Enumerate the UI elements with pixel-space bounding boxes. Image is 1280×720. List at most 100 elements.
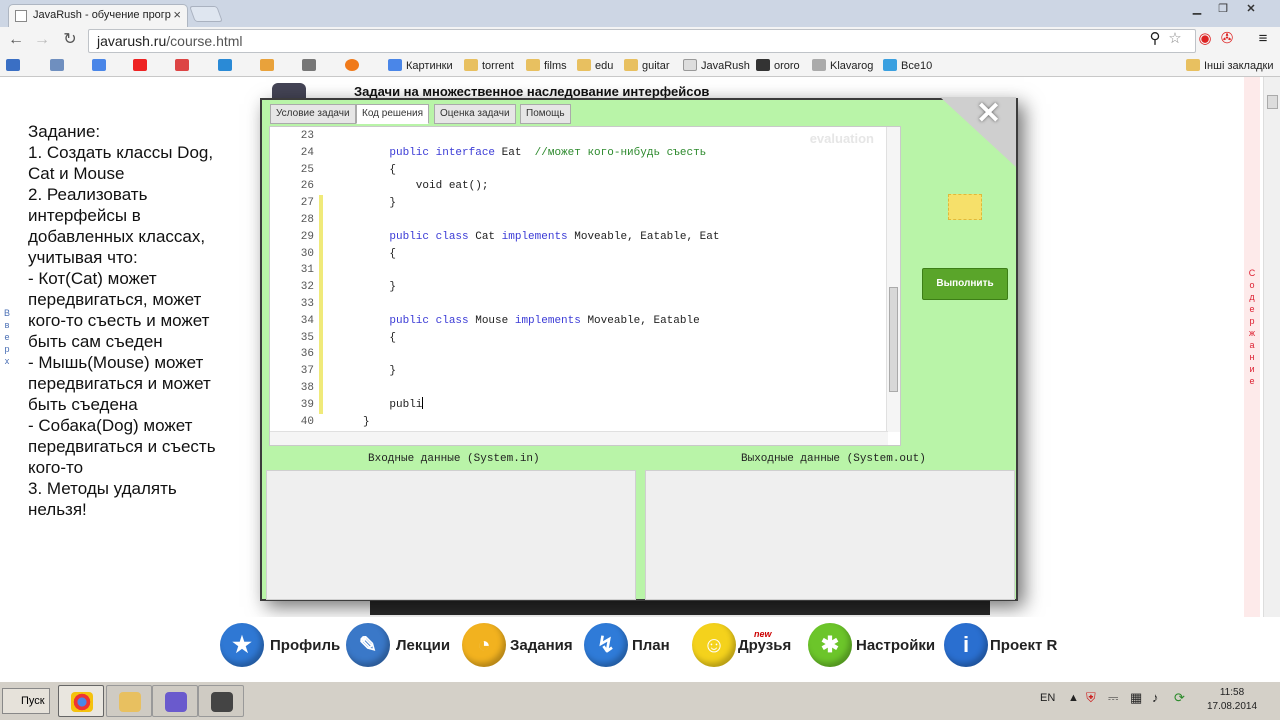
bookmark-guitar[interactable]: guitar (624, 58, 670, 74)
pacman-icon: ◔ (462, 623, 506, 667)
taskbar-intellij[interactable] (152, 685, 198, 717)
window-close-icon[interactable]: ✕ (1240, 2, 1262, 15)
page-scrollbar[interactable] (1263, 77, 1280, 617)
bookmark-klavarog[interactable]: Klavarog (812, 58, 873, 74)
code-text: publi (363, 398, 423, 411)
language-indicator[interactable]: EN (1040, 692, 1055, 704)
bookmark-gmail-icon[interactable] (175, 59, 189, 71)
code-line: 39 publi (270, 396, 890, 414)
intellij-icon (165, 692, 187, 712)
address-bar[interactable]: javarush.ru/course.html (88, 29, 1196, 53)
folder-icon (1186, 59, 1200, 71)
folder-icon (624, 59, 638, 71)
code-line: 28 (270, 212, 890, 229)
bookmark-star-icon[interactable]: ☆ (1166, 30, 1184, 48)
start-button[interactable]: Пуск (2, 688, 50, 714)
tray-network-icon[interactable]: ▦ (1130, 690, 1142, 706)
bookmark-javarush[interactable]: JavaRush (683, 58, 750, 74)
scrollbar-thumb[interactable] (1267, 95, 1278, 109)
change-marker (319, 128, 323, 145)
line-number: 32 (300, 281, 314, 294)
editor-horizontal-scrollbar[interactable] (270, 431, 888, 445)
maximize-icon[interactable]: ❐ (1212, 2, 1234, 15)
tray-volume-icon[interactable]: ♪ (1152, 690, 1159, 705)
code-line: 25 { (270, 162, 890, 179)
tab-task-condition[interactable]: Условие задачи (270, 104, 356, 124)
bookmark-google-icon[interactable] (92, 59, 106, 71)
run-button[interactable]: Выполнить (922, 268, 1008, 300)
bookmark-wr-icon[interactable] (260, 59, 274, 71)
change-marker (319, 380, 323, 397)
tab-solution-code[interactable]: Код решения (356, 104, 430, 124)
tab-help[interactable]: Помощь (520, 104, 571, 124)
bookmark-kartinki[interactable]: Картинки (388, 58, 453, 74)
code-line: 30 { (270, 245, 890, 263)
bookmark-edu[interactable]: edu (577, 58, 613, 74)
tray-arrow-icon[interactable]: ▲ (1068, 692, 1079, 704)
bookmark-label: Klavarog (830, 60, 874, 72)
clock[interactable]: 11:58 17.08.2014 (1200, 686, 1264, 714)
bookmark-audio-icon[interactable] (302, 59, 316, 71)
tray-usb-icon[interactable]: ⎓ (1108, 690, 1118, 706)
tab-title: JavaRush - обучение прогр (33, 9, 171, 21)
bookmark-ororo[interactable]: ororo (756, 58, 800, 74)
code-text: { (363, 331, 397, 344)
code-keyword: public class (389, 230, 469, 243)
close-tab-icon[interactable]: × (173, 7, 181, 22)
bookmark-h-icon[interactable] (50, 59, 64, 71)
tv-icon (756, 59, 770, 71)
side-label-char: в (4, 320, 10, 330)
scroll-up-link[interactable]: Вверх (3, 307, 11, 367)
tray-antivirus-icon[interactable]: ⛨ (1086, 690, 1096, 706)
smile-icon: ☺ (692, 623, 736, 667)
bookmark-z-icon[interactable] (345, 59, 359, 71)
input-textarea[interactable] (266, 470, 636, 600)
page-content: Задачи на множественное наследование инт… (0, 77, 1280, 684)
contents-link[interactable]: Содержание (1247, 267, 1257, 387)
reload-icon[interactable]: ↻ (60, 30, 80, 50)
taskbar-explorer[interactable] (106, 685, 152, 717)
change-marker (319, 262, 323, 280)
nav-icon-glyph: ✎ (358, 632, 378, 657)
nav-icon-glyph: ↯ (596, 632, 616, 657)
bookmark-vse10[interactable]: Все10 (883, 58, 932, 74)
code-text: Moveable, Eatable, Eat (567, 230, 720, 243)
line-number: 28 (300, 214, 314, 226)
tray-sync-icon[interactable]: ⟳ (1174, 690, 1185, 706)
extension-icon[interactable]: ✇ (1218, 30, 1236, 48)
change-marker (319, 312, 323, 330)
minimize-icon[interactable]: ▁ (1186, 2, 1208, 15)
back-icon[interactable]: ← (6, 30, 26, 50)
line-number: 29 (300, 230, 314, 243)
other-bookmarks[interactable]: Інші закладки (1186, 58, 1273, 74)
line-number: 33 (300, 298, 314, 310)
forward-icon[interactable]: → (32, 30, 52, 50)
editor-vertical-scrollbar[interactable] (886, 127, 900, 432)
task-description: Задание: 1. Создать классы Dog, Cat и Mo… (28, 122, 216, 519)
code-keyword: implements (514, 314, 581, 327)
menu-icon[interactable]: ≡ (1254, 30, 1272, 48)
bookmark-app-icon[interactable] (6, 59, 20, 71)
code-editor[interactable]: evaluation 23 24 public interface Eat //м… (269, 126, 901, 446)
side-label-char: а (1249, 340, 1255, 350)
opera-extension-icon[interactable]: ◉ (1196, 30, 1214, 48)
modal-close-button[interactable]: ✕ (940, 97, 1016, 167)
fullscreen-icon[interactable] (948, 194, 982, 220)
bookmark-torrent[interactable]: torrent (464, 58, 514, 74)
side-label-char: и (1249, 364, 1255, 374)
new-tab-button[interactable] (189, 6, 223, 22)
browser-tab[interactable]: JavaRush - обучение прогр × (8, 4, 188, 27)
editor-scroll-thumb[interactable] (889, 287, 898, 392)
line-number: 31 (300, 264, 314, 277)
output-textarea (645, 470, 1015, 600)
tab-evaluation[interactable]: Оценка задачи (434, 104, 516, 124)
bookmark-youtube-icon[interactable] (133, 59, 147, 71)
taskbar-recorder[interactable] (198, 685, 244, 717)
taskbar-chrome[interactable] (58, 685, 104, 717)
close-icon[interactable]: ✕ (976, 99, 1001, 129)
bookmark-translate-icon[interactable] (218, 59, 232, 71)
zoom-icon[interactable]: ⚲ (1146, 30, 1164, 48)
bookmark-films[interactable]: films (526, 58, 567, 74)
